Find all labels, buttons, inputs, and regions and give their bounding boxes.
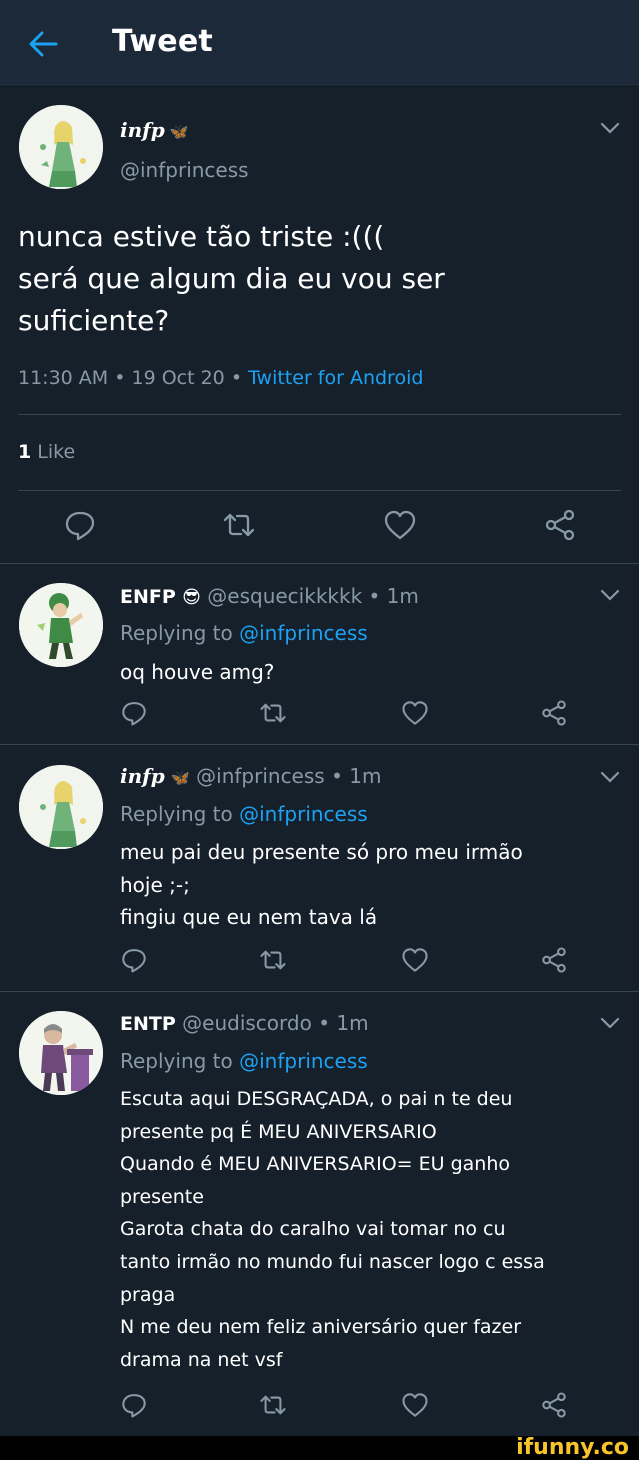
reply-time: 1m (336, 1011, 369, 1035)
avatar[interactable] (19, 1011, 103, 1095)
share-icon[interactable] (543, 508, 577, 542)
watermark: ifunny.co (516, 1435, 629, 1460)
heart-icon[interactable] (401, 1391, 429, 1419)
chevron-down-icon[interactable] (599, 770, 621, 784)
replying-to: Replying to @infprincess (120, 802, 368, 826)
reply-time: 1m (386, 584, 419, 608)
heart-icon[interactable] (401, 946, 429, 974)
tweet-text: nunca estive tão triste :((( será que al… (18, 220, 445, 337)
author-name[interactable]: infp (120, 764, 165, 788)
butterfly-emoji: 🦋 (171, 769, 190, 787)
reply-icon[interactable] (120, 699, 148, 727)
avatar[interactable] (19, 765, 103, 849)
likes-count[interactable]: 1 Like (18, 441, 75, 463)
replying-to: Replying to @infprincess (120, 621, 368, 645)
author-handle[interactable]: @esquecikkkkk (207, 584, 362, 608)
tweet-source-link[interactable]: Twitter for Android (248, 367, 423, 389)
heart-icon[interactable] (383, 508, 417, 542)
heart-icon[interactable] (401, 699, 429, 727)
reply-text: Escuta aqui DESGRAÇADA, o pai n te deu p… (120, 1088, 545, 1371)
divider (0, 991, 639, 992)
chevron-down-icon[interactable] (599, 1016, 621, 1030)
retweet-icon[interactable] (259, 1391, 287, 1419)
retweet-icon[interactable] (259, 946, 287, 974)
top-app-bar: Tweet (0, 0, 639, 87)
tweet-date: 19 Oct 20 (131, 367, 225, 389)
reply-icon[interactable] (63, 508, 97, 542)
butterfly-emoji: 🦋 (169, 123, 189, 141)
share-icon[interactable] (540, 1391, 568, 1419)
chevron-down-icon[interactable] (599, 121, 621, 135)
reply-text: oq houve amg? (120, 660, 275, 684)
mention-link[interactable]: @infprincess (239, 802, 368, 826)
reply-header: ENTP @eudiscordo • 1m (120, 1011, 369, 1035)
chevron-down-icon[interactable] (599, 588, 621, 602)
author-name[interactable]: infp 🦋 (120, 118, 189, 142)
divider (18, 490, 621, 491)
back-arrow-icon[interactable] (26, 29, 60, 59)
avatar[interactable] (19, 105, 103, 189)
reply-header: infp 🦋 @infprincess • 1m (120, 764, 382, 788)
reply-icon[interactable] (120, 1391, 148, 1419)
author-handle[interactable]: @infprincess (196, 764, 325, 788)
tweet-time: 11:30 AM (18, 367, 109, 389)
reply-icon[interactable] (120, 946, 148, 974)
mention-link[interactable]: @infprincess (239, 621, 368, 645)
page-title: Tweet (112, 24, 213, 59)
share-icon[interactable] (540, 946, 568, 974)
divider (18, 414, 621, 415)
divider (0, 563, 639, 564)
reply-text: meu pai deu presente só pro meu irmão ho… (120, 840, 523, 930)
replying-to: Replying to @infprincess (120, 1049, 368, 1073)
author-name[interactable]: ENTP (120, 1013, 176, 1035)
retweet-icon[interactable] (222, 508, 256, 542)
share-icon[interactable] (540, 699, 568, 727)
sunglasses-emoji: 😎 (182, 587, 201, 608)
divider (0, 744, 639, 745)
reply-time: 1m (349, 764, 382, 788)
author-name[interactable]: ENFP (120, 586, 176, 608)
author-handle[interactable]: @infprincess (120, 158, 249, 182)
reply-header: ENFP 😎 @esquecikkkkk • 1m (120, 584, 419, 608)
avatar[interactable] (19, 583, 103, 667)
retweet-icon[interactable] (259, 699, 287, 727)
mention-link[interactable]: @infprincess (239, 1049, 368, 1073)
author-handle[interactable]: @eudiscordo (182, 1011, 312, 1035)
tweet-metadata: 11:30 AM • 19 Oct 20 • Twitter for Andro… (18, 367, 424, 389)
